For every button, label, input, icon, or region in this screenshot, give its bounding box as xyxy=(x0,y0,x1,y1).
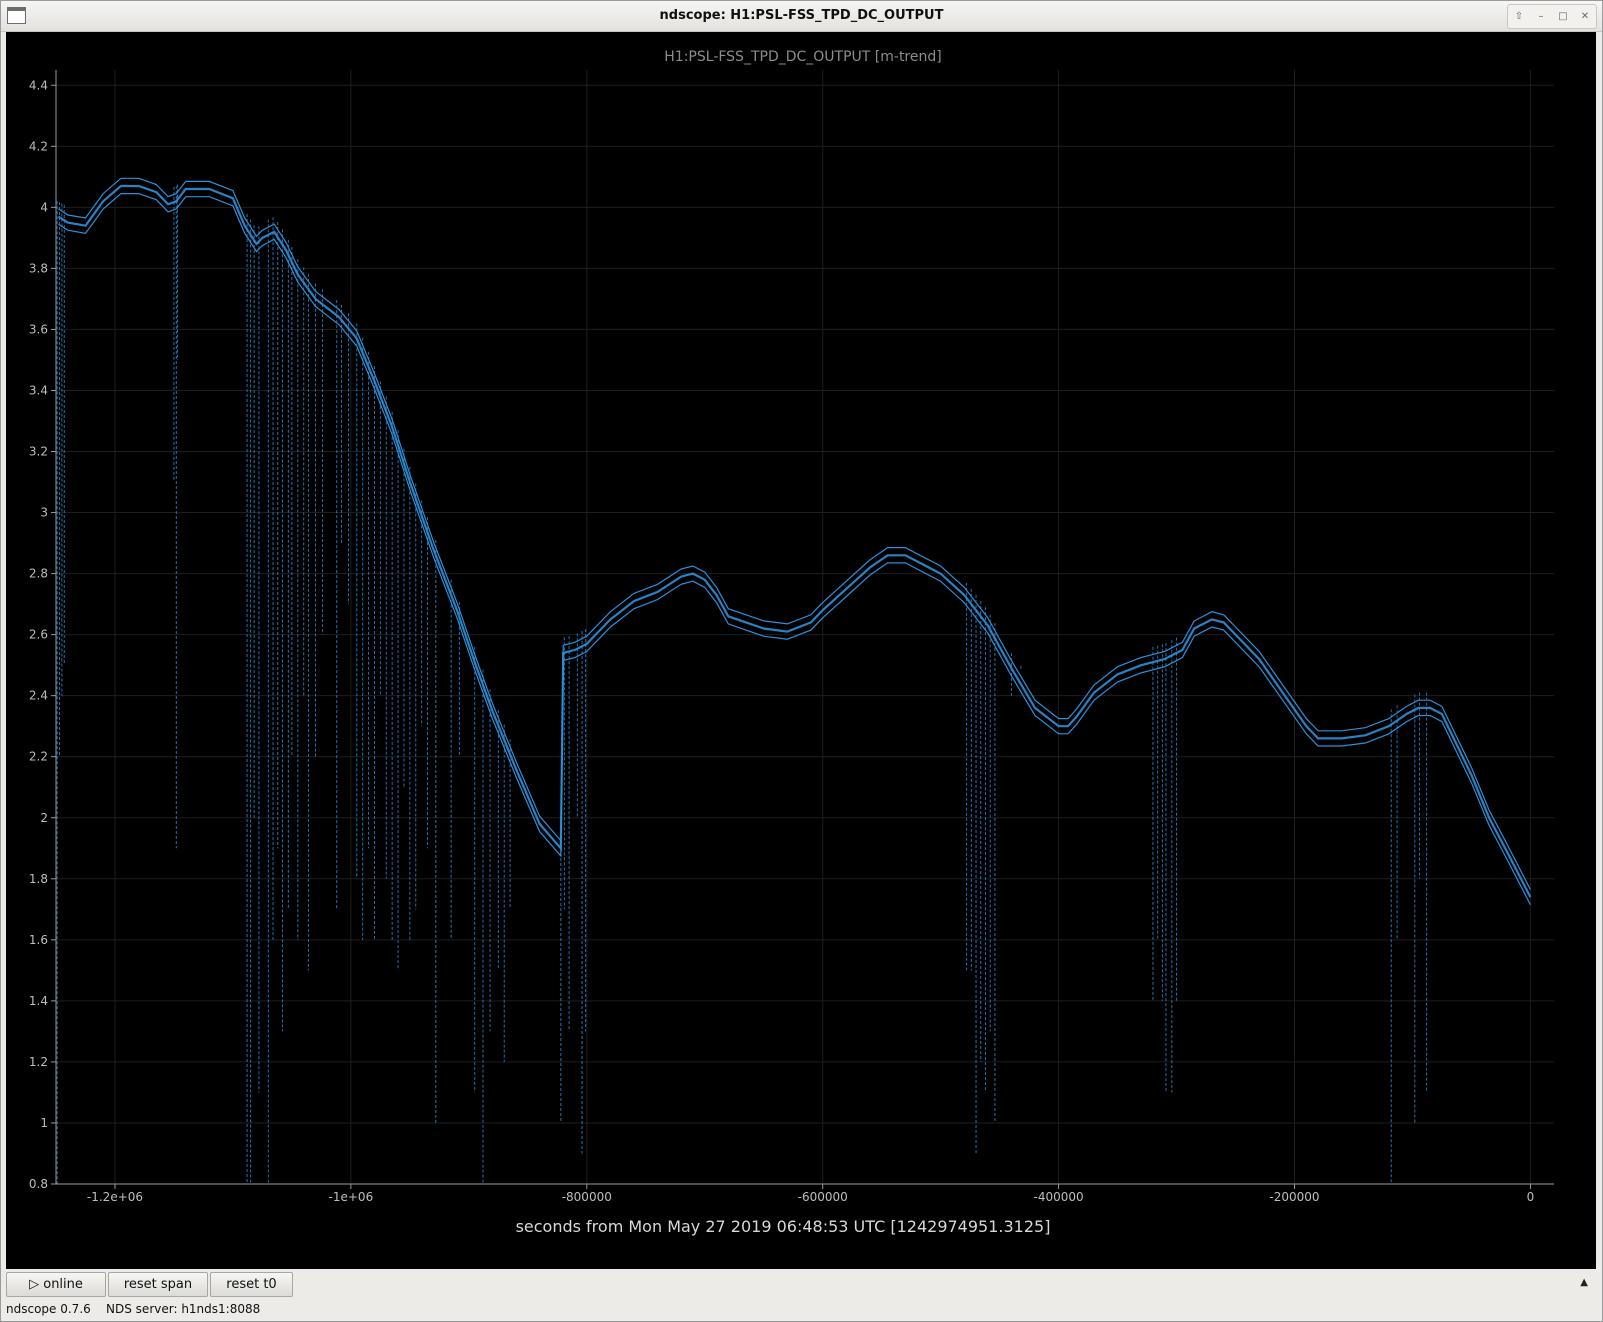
series-mean-line xyxy=(57,184,1532,898)
collapse-arrow-icon[interactable]: ▲ xyxy=(1580,1277,1588,1288)
reset-span-button[interactable]: reset span xyxy=(108,1272,208,1297)
reset-t0-button[interactable]: reset t0 xyxy=(210,1272,293,1297)
y-tick-label: 0.8 xyxy=(29,1177,48,1191)
y-tick-label: 2.4 xyxy=(29,689,48,703)
series xyxy=(57,177,1532,905)
chart[interactable]: -1.2e+06 -1e+06 -800000 -600000 -400000 -2000… xyxy=(6,32,1596,1269)
x-tick-label: -1.2e+06 xyxy=(87,1190,143,1204)
close-icon[interactable]: ✕ xyxy=(1576,8,1594,26)
y-tick-label: 3.8 xyxy=(29,261,48,275)
version-text: ndscope 0.7.6 xyxy=(6,1302,91,1316)
play-icon: ▷ xyxy=(29,1277,40,1292)
grid xyxy=(56,70,1554,1185)
y-tick-label: 1.6 xyxy=(29,933,48,947)
x-tick-label: -200000 xyxy=(1269,1190,1319,1204)
chart-title: H1:PSL-FSS_TPD_DC_OUTPUT [m-trend] xyxy=(664,49,941,65)
x-tick-label: -600000 xyxy=(798,1190,848,1204)
server-text: NDS server: h1nds1:8088 xyxy=(106,1302,261,1316)
y-tick-label: 1.8 xyxy=(29,872,48,886)
minimize-icon[interactable]: – xyxy=(1532,8,1550,26)
x-tick-label: 0 xyxy=(1527,1190,1535,1204)
tick-labels: -1.2e+06 -1e+06 -800000 -600000 -400000 -2000… xyxy=(29,78,1534,1204)
y-tick-label: 1.4 xyxy=(29,994,48,1008)
online-label: online xyxy=(43,1277,83,1292)
y-tick-label: 2 xyxy=(40,811,48,825)
y-tick-label: 3 xyxy=(40,506,48,520)
y-tick-label: 1.2 xyxy=(29,1055,48,1069)
y-tick-label: 1 xyxy=(40,1116,48,1130)
maximize-icon[interactable]: □ xyxy=(1554,8,1572,26)
up-icon[interactable]: ⇧ xyxy=(1510,8,1528,26)
window-title: ndscope: H1:PSL-FSS_TPD_DC_OUTPUT xyxy=(659,8,944,23)
window-controls: ⇧ – □ ✕ xyxy=(1507,4,1597,29)
series-min-line xyxy=(58,193,1531,905)
y-tick-label: 3.6 xyxy=(29,322,48,336)
app-window: ndscope: H1:PSL-FSS_TPD_DC_OUTPUT ⇧ – □ … xyxy=(0,0,1603,1322)
x-axis-label: seconds from Mon May 27 2019 06:48:53 UT… xyxy=(516,1217,1051,1236)
status-bar: ndscope 0.7.6 NDS server: h1nds1:8088 xyxy=(6,1302,260,1316)
y-tick-label: 2.6 xyxy=(29,628,48,642)
y-tick-label: 4 xyxy=(40,200,48,214)
axes xyxy=(55,70,1554,1185)
online-button[interactable]: ▷ online xyxy=(6,1272,106,1297)
y-tick-label: 4.2 xyxy=(29,139,48,153)
x-tick-label: -800000 xyxy=(562,1190,612,1204)
bottom-toolbar: ▷ online reset span reset t0 ▲ ndscope 0… xyxy=(1,1271,1602,1321)
y-tick-label: 2.8 xyxy=(29,567,48,581)
y-tick-label: 3.2 xyxy=(29,445,48,459)
y-tick-label: 4.4 xyxy=(29,78,48,92)
x-tick-label: -400000 xyxy=(1034,1190,1084,1204)
spikes xyxy=(56,184,1428,1184)
y-tick-label: 3.4 xyxy=(29,383,48,397)
series-max-line xyxy=(58,177,1531,890)
x-tick-label: -1e+06 xyxy=(329,1190,374,1204)
plot-area[interactable]: -1.2e+06 -1e+06 -800000 -600000 -400000 -2000… xyxy=(6,32,1596,1269)
title-bar[interactable]: ndscope: H1:PSL-FSS_TPD_DC_OUTPUT ⇧ – □ … xyxy=(1,1,1602,32)
y-tick-label: 2.2 xyxy=(29,750,48,764)
